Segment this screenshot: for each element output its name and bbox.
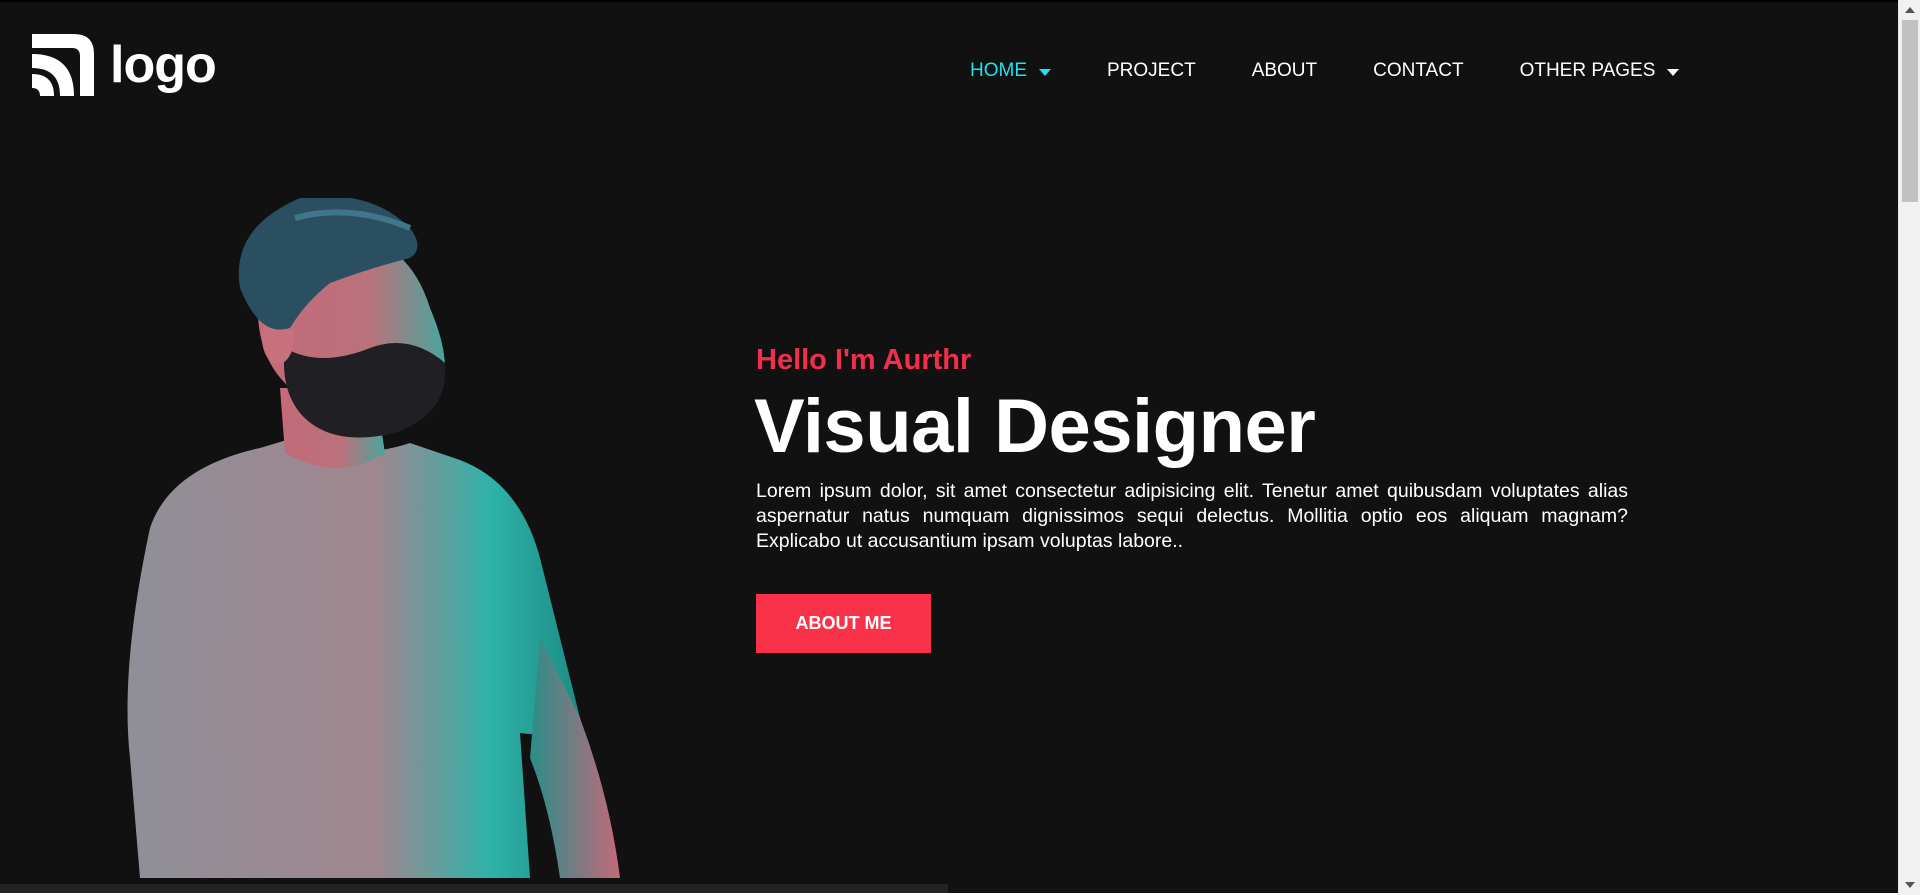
nav-label-contact: CONTACT [1373,60,1464,81]
logo-text: logo [110,36,217,94]
nav-item-contact[interactable]: CONTACT [1373,60,1463,82]
hero-headline: Visual Designer [754,384,1316,469]
nav-label-other-pages: OTHER PAGES [1519,60,1656,81]
nav-label-about: ABOUT [1251,60,1318,81]
scroll-down-icon[interactable] [1905,882,1915,888]
nav-item-about[interactable]: ABOUT [1252,60,1317,82]
hero-content: Hello I'm Aurthr Visual Designer Lorem i… [754,344,1628,653]
caret-down-icon [1667,69,1680,76]
vertical-scrollbar[interactable] [1898,0,1920,895]
scroll-thumb[interactable] [1902,20,1918,202]
hero-greeting: Hello I'm Aurthr [756,344,972,376]
hero-description: Lorem ipsum dolor, sit amet consectetur … [756,480,1628,552]
nav-item-other-pages[interactable]: OTHER PAGES [1520,60,1680,82]
nav-label-project: PROJECT [1107,60,1196,81]
hero-portrait-image [127,198,620,878]
nav-item-home[interactable]: HOME [970,60,1051,82]
caret-down-icon [1039,69,1051,76]
nav-label-home: HOME [970,60,1027,81]
scroll-up-icon[interactable] [1905,7,1915,13]
page-viewport: logo HOME PROJECT ABOUT CONTACT OTHER PA… [0,0,1898,893]
bottom-divider [0,884,948,893]
about-me-button[interactable]: ABOUT ME [756,594,931,653]
nav-item-project[interactable]: PROJECT [1107,60,1196,82]
main-nav: HOME PROJECT ABOUT CONTACT OTHER PAGES [970,56,1735,86]
logo-icon [32,34,94,96]
site-logo[interactable]: logo [30,32,217,98]
